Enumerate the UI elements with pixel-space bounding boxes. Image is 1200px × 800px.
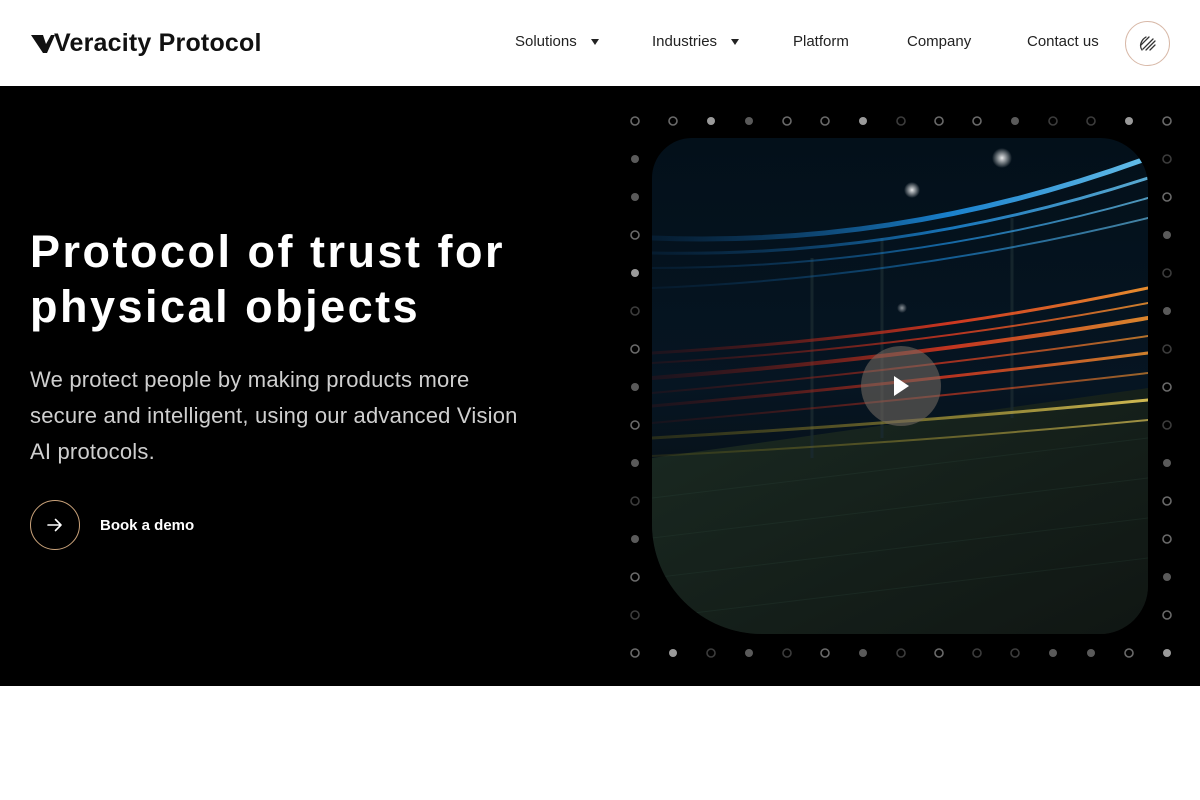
grid-dot bbox=[1048, 116, 1058, 126]
grid-dot bbox=[631, 535, 639, 543]
nav-company-label: Company bbox=[907, 33, 972, 50]
grid-dot bbox=[934, 648, 944, 658]
grid-dot bbox=[1124, 648, 1134, 658]
nav-company[interactable]: Company bbox=[907, 33, 971, 50]
grid-dot bbox=[859, 649, 867, 657]
grid-dot bbox=[1162, 192, 1172, 202]
logo-mark-icon bbox=[31, 35, 55, 53]
play-icon bbox=[894, 376, 909, 396]
nav-solutions[interactable]: Solutions bbox=[515, 33, 599, 50]
grid-dot bbox=[707, 117, 715, 125]
grid-dot bbox=[972, 116, 982, 126]
nav-industries-label: Industries bbox=[652, 33, 718, 50]
grid-dot bbox=[631, 383, 639, 391]
logo[interactable]: Veracity Protocol bbox=[30, 28, 262, 58]
grid-dot bbox=[630, 648, 640, 658]
hero-title-line-2: physical objects bbox=[30, 281, 421, 332]
arrow-right-icon bbox=[47, 518, 62, 532]
grid-dot bbox=[896, 648, 906, 658]
grid-dot bbox=[896, 116, 906, 126]
grid-dot bbox=[1125, 117, 1133, 125]
grid-dot bbox=[820, 116, 830, 126]
grid-dot bbox=[782, 648, 792, 658]
grid-dot bbox=[1162, 534, 1172, 544]
page-below-fold bbox=[0, 686, 1200, 800]
grid-dot bbox=[668, 116, 678, 126]
grid-dot bbox=[1162, 382, 1172, 392]
grid-dot bbox=[630, 496, 640, 506]
nav-platform[interactable]: Platform bbox=[793, 33, 849, 50]
nav-industries[interactable]: Industries bbox=[652, 33, 740, 50]
brand-menu-button[interactable] bbox=[1125, 21, 1170, 66]
grid-dot bbox=[1011, 117, 1019, 125]
nav-contact-us-label: Contact us bbox=[1027, 33, 1099, 50]
nav-contact-us[interactable]: Contact us bbox=[1027, 33, 1099, 50]
grid-dot bbox=[745, 117, 753, 125]
site-header: Veracity Protocol Solutions Industries P… bbox=[0, 0, 1200, 86]
hero-video[interactable] bbox=[652, 138, 1148, 634]
grid-dot bbox=[1163, 649, 1171, 657]
grid-dot bbox=[859, 117, 867, 125]
grid-dot bbox=[631, 193, 639, 201]
grid-dot bbox=[631, 269, 639, 277]
grid-dot bbox=[631, 459, 639, 467]
caret-down-icon bbox=[590, 39, 599, 45]
hero-subtitle: We protect people by making products mor… bbox=[30, 367, 518, 464]
grid-dot bbox=[1162, 268, 1172, 278]
grid-dot bbox=[630, 116, 640, 126]
video-play-button[interactable] bbox=[861, 346, 941, 426]
grid-dot bbox=[669, 649, 677, 657]
hero-title: Protocol of trust for physical objects bbox=[30, 224, 570, 334]
book-demo-button[interactable]: Book a demo bbox=[30, 500, 194, 550]
grid-dot bbox=[630, 230, 640, 240]
grid-dot bbox=[706, 648, 716, 658]
grid-dot bbox=[630, 420, 640, 430]
caret-down-icon bbox=[731, 39, 740, 45]
grid-dot bbox=[972, 648, 982, 658]
grid-dot bbox=[630, 610, 640, 620]
grid-dot bbox=[1049, 649, 1057, 657]
grid-dot bbox=[631, 155, 639, 163]
grid-dot bbox=[820, 648, 830, 658]
logo-text: Veracity Protocol bbox=[54, 28, 262, 57]
grid-dot bbox=[630, 572, 640, 582]
hero-title-line-1: Protocol of trust for bbox=[30, 226, 505, 277]
grid-dot bbox=[1162, 496, 1172, 506]
grid-dot bbox=[1087, 649, 1095, 657]
grid-dot bbox=[1163, 307, 1171, 315]
grid-dot bbox=[1162, 344, 1172, 354]
grid-dot bbox=[1162, 420, 1172, 430]
grid-dot bbox=[934, 116, 944, 126]
nav-solutions-label: Solutions bbox=[515, 33, 577, 50]
grid-dot bbox=[782, 116, 792, 126]
grid-dot bbox=[1162, 154, 1172, 164]
grid-dot bbox=[1086, 116, 1096, 126]
grid-dot bbox=[1163, 231, 1171, 239]
grid-dot bbox=[745, 649, 753, 657]
grid-dot bbox=[630, 306, 640, 316]
grid-dot bbox=[1162, 610, 1172, 620]
nav-platform-label: Platform bbox=[793, 33, 849, 50]
hatched-circle-icon bbox=[1139, 35, 1156, 51]
grid-dot bbox=[1162, 116, 1172, 126]
grid-dot bbox=[630, 344, 640, 354]
cta-circle bbox=[30, 500, 80, 550]
book-demo-label: Book a demo bbox=[100, 516, 195, 534]
grid-dot bbox=[1163, 573, 1171, 581]
grid-dot bbox=[1163, 459, 1171, 467]
hero-section: Protocol of trust for physical objects W… bbox=[0, 86, 1200, 686]
grid-dot bbox=[1010, 648, 1020, 658]
